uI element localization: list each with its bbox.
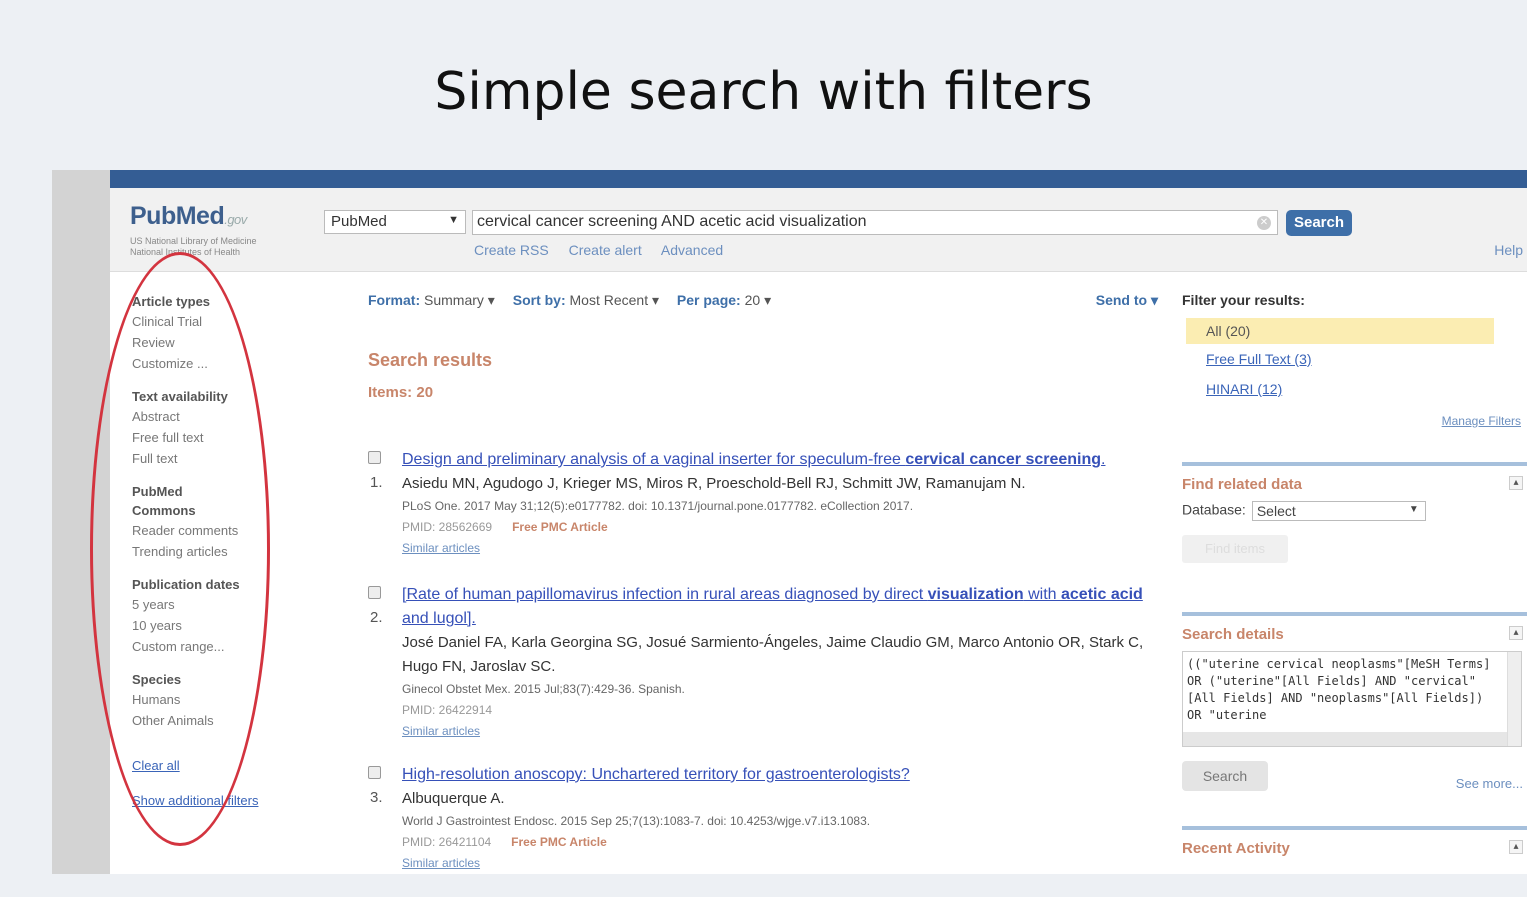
result-title-link[interactable]: High-resolution anoscopy: Unchartered te… [402, 763, 1170, 787]
pubmed-screenshot: PubMed.gov US National Library of Medici… [52, 170, 1527, 874]
result-pmid: PMID: 28562669 Free PMC Article [402, 520, 608, 534]
result-checkbox[interactable] [368, 766, 381, 779]
items-count: Items: 20 [368, 384, 434, 401]
recent-activity-section: Recent Activity ▴ [1182, 826, 1527, 857]
similar-articles-link[interactable]: Similar articles [402, 853, 1170, 873]
find-related-data-section: Find related data ▴ Database: Select ▼ Fin… [1182, 462, 1527, 563]
search-input[interactable]: cervical cancer screening AND acetic aci… [472, 210, 1278, 235]
free-pmc-badge: Free PMC Article [512, 520, 608, 534]
similar-articles-link[interactable]: Similar articles [402, 538, 1170, 558]
results-heading: Search results [368, 350, 493, 370]
free-pmc-badge: Free PMC Article [511, 835, 607, 849]
manage-filters-link[interactable]: Manage Filters [1442, 414, 1521, 428]
search-button[interactable]: Search [1286, 210, 1352, 236]
collapse-icon[interactable]: ▴ [1509, 840, 1523, 854]
pubmed-header: PubMed.gov US National Library of Medici… [110, 188, 1527, 272]
result-authors: Albuquerque A. [402, 790, 505, 807]
dropdown-arrow-icon: ▼ [448, 214, 459, 226]
help-link[interactable]: Help [1494, 242, 1523, 258]
filter-hinari[interactable]: HINARI (12) [1206, 374, 1527, 404]
per-page-menu[interactable]: Per page: 20 ▾ [677, 292, 771, 308]
find-items-button[interactable]: Find items [1182, 535, 1288, 563]
result-journal: World J Gastrointest Endosc. 2015 Sep 25… [402, 814, 871, 828]
results-toolbar: Format: Summary ▾ Sort by: Most Recent ▾… [368, 292, 1158, 309]
right-panel: Filter your results: All (20) Free Full … [1182, 292, 1527, 857]
result-title-link[interactable]: [Rate of human papillomavirus infection … [402, 583, 1170, 631]
result-journal: PLoS One. 2017 May 31;12(5):e0177782. do… [402, 499, 914, 513]
format-menu[interactable]: Format: Summary ▾ [368, 292, 495, 308]
result-title-link[interactable]: Design and preliminary analysis of a vag… [402, 448, 1170, 472]
sort-menu[interactable]: Sort by: Most Recent ▾ [513, 292, 659, 308]
filter-free-full-text[interactable]: Free Full Text (3) [1206, 344, 1527, 374]
pubmed-logo[interactable]: PubMed.gov [130, 202, 247, 231]
result-authors: Asiedu MN, Agudogo J, Krieger MS, Miros … [402, 475, 1026, 492]
horizontal-scrollbar[interactable] [1183, 732, 1507, 746]
result-pmid: PMID: 26422914 [402, 703, 493, 717]
send-to-menu[interactable]: Send to ▾ [1096, 292, 1158, 309]
result-pmid: PMID: 26421104 Free PMC Article [402, 835, 607, 849]
slide-title: Simple search with filters [434, 62, 1093, 122]
filter-all[interactable]: All (20) [1186, 318, 1494, 344]
search-details-textarea[interactable]: (("uterine cervical neoplasms"[MeSH Term… [1182, 651, 1522, 747]
create-rss-link[interactable]: Create RSS [474, 242, 549, 258]
advanced-link[interactable]: Advanced [661, 242, 723, 258]
clear-icon[interactable]: ✕ [1257, 216, 1271, 230]
result-checkbox[interactable] [368, 586, 381, 599]
create-alert-link[interactable]: Create alert [569, 242, 642, 258]
filter-results-title: Filter your results: [1182, 292, 1305, 308]
search-sublinks: Create RSS Create alert Advanced [474, 242, 739, 258]
vertical-scrollbar[interactable] [1507, 652, 1521, 746]
similar-articles-link[interactable]: Similar articles [402, 721, 1170, 741]
result-checkbox[interactable] [368, 451, 381, 464]
collapse-icon[interactable]: ▴ [1509, 626, 1523, 640]
result-authors: José Daniel FA, Karla Georgina SG, Josué… [402, 634, 1144, 675]
collapse-icon[interactable]: ▴ [1509, 476, 1523, 490]
highlight-oval [90, 252, 270, 846]
search-details-section: Search details ▴ (("uterine cervical neo… [1182, 612, 1527, 791]
database-select[interactable]: PubMed ▼ [324, 210, 466, 234]
result-journal: Ginecol Obstet Mex. 2015 Jul;83(7):429-3… [402, 682, 685, 696]
ncbi-top-bar [110, 170, 1527, 188]
dropdown-arrow-icon: ▼ [1408, 504, 1419, 515]
details-search-button[interactable]: Search [1182, 761, 1268, 791]
see-more-link[interactable]: See more... [1456, 776, 1523, 791]
nlm-subtitle: US National Library of Medicine National… [130, 236, 257, 257]
related-database-select[interactable]: Select ▼ [1251, 501, 1426, 521]
